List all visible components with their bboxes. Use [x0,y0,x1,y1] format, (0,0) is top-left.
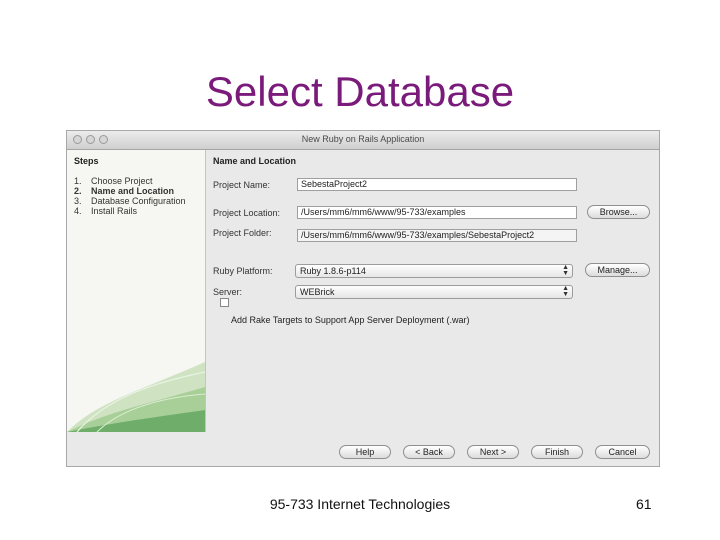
server-value: WEBrick [300,287,335,297]
finish-button[interactable]: Finish [531,445,583,459]
step-label: Choose Project [91,176,153,186]
back-button[interactable]: < Back [403,445,455,459]
main-panel: Name and Location Project Name: SebestaP… [206,150,659,432]
step-database-configuration: 3. Database Configuration [74,196,186,206]
select-arrows-icon: ▲ ▼ [562,285,569,298]
step-name-and-location: 2. Name and Location [74,186,174,196]
step-label: Name and Location [91,186,175,196]
decorative-leaf-graphic [67,362,205,432]
project-folder-input[interactable]: /Users/mm6/mm6/www/95-733/examples/Sebes… [297,229,577,242]
window-title: New Ruby on Rails Application [301,134,425,144]
next-button[interactable]: Next > [467,445,519,459]
steps-panel: Steps 1. Choose Project 2. Name and Locati… [67,150,206,432]
slide-footer: 95-733 Internet Technologies [269,496,451,512]
cancel-button[interactable]: Cancel [595,445,650,459]
section-heading: Name and Location [213,156,297,166]
step-number: 2. [74,186,82,196]
server-select[interactable]: WEBrick ▲ ▼ [295,285,573,299]
ruby-platform-select[interactable]: Ruby 1.8.6-p114 ▲ ▼ [295,264,573,278]
help-button[interactable]: Help [339,445,391,459]
page-number: 61 [636,496,652,512]
project-location-input[interactable]: /Users/mm6/mm6/www/95-733/examples [297,206,577,219]
step-label: Database Configuration [91,196,186,206]
step-number: 1. [74,176,82,186]
step-number: 3. [74,196,82,206]
step-number: 4. [74,206,82,216]
window-titlebar[interactable]: New Ruby on Rails Application [67,131,659,150]
browse-button[interactable]: Browse... [587,205,650,219]
project-location-label: Project Location: [213,208,281,218]
wizard-button-bar: Help < Back Next > Finish Cancel [67,433,659,466]
step-install-rails: 4. Install Rails [74,206,137,216]
server-label: Server: [213,287,243,297]
project-folder-label: Project Folder: [213,228,272,238]
manage-button[interactable]: Manage... [585,263,650,277]
ruby-platform-value: Ruby 1.8.6-p114 [300,266,366,276]
slide-title: Select Database [205,68,515,115]
project-name-input[interactable]: SebestaProject2 [297,178,577,191]
steps-heading: Steps [74,156,99,166]
ruby-platform-label: Ruby Platform: [213,266,273,276]
new-rails-app-dialog: New Ruby on Rails Application Steps 1. Ch… [66,130,660,467]
project-name-label: Project Name: [213,180,271,190]
select-arrows-icon: ▲ ▼ [562,264,569,277]
rake-targets-checkbox[interactable] [220,298,229,307]
step-label: Install Rails [91,206,138,216]
step-choose-project: 1. Choose Project [74,176,153,186]
rake-targets-label: Add Rake Targets to Support App Server D… [231,315,470,325]
